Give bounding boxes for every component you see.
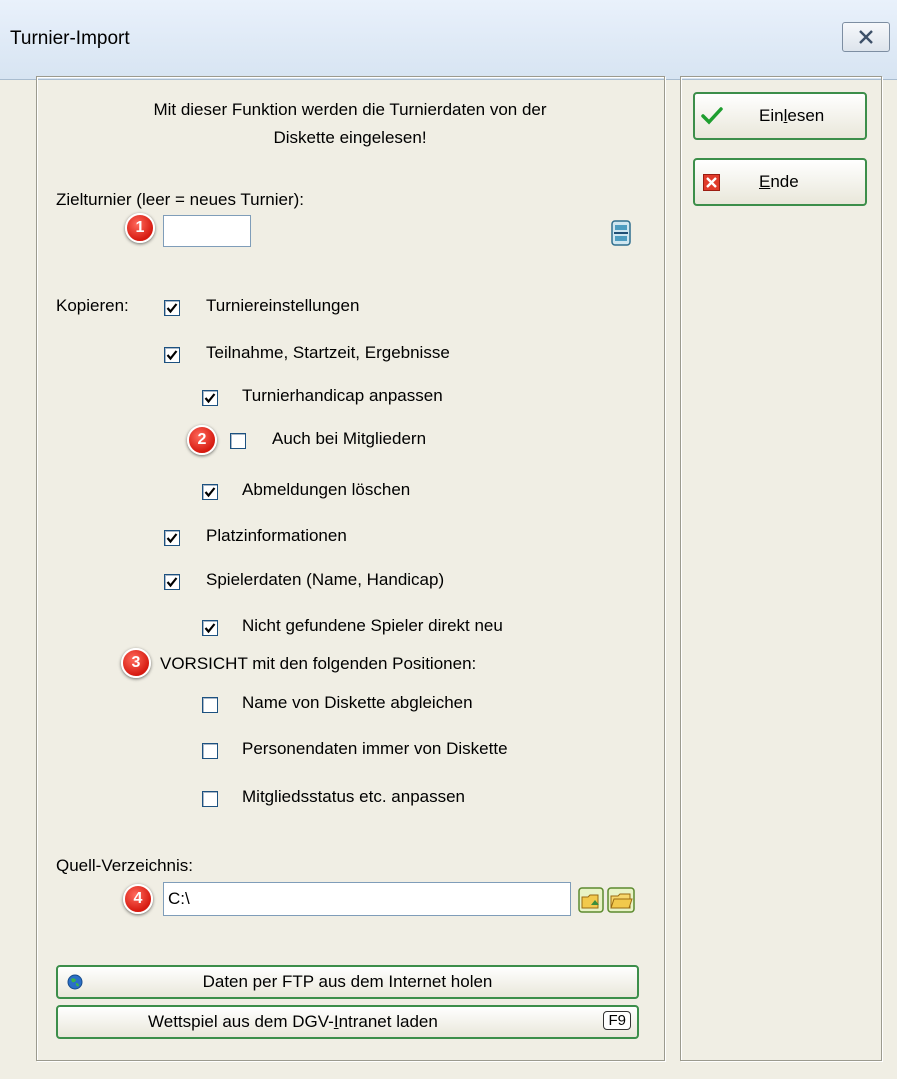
cancel-icon [703,174,720,191]
folder-open-icon [607,887,635,913]
checkbox-platzinformationen[interactable] [164,530,180,546]
ftp-button-label: Daten per FTP aus dem Internet holen [202,972,493,991]
checkmark-green-icon [701,107,723,125]
ende-label: Ende [759,172,799,191]
browse-folder-button[interactable] [607,887,635,918]
marker-3: 3 [121,648,151,678]
option-label: Platzinformationen [206,526,347,545]
warning-label: VORSICHT mit den folgenden Positionen: [160,654,477,673]
option-label: Personendaten immer von Diskette [242,739,508,758]
checkmark-icon [204,623,216,634]
einlesen-label: Einlesen [759,106,825,125]
intro-text: Mit dieser Funktion werden die Turnierda… [60,96,640,152]
einlesen-button[interactable]: Einlesen [693,92,867,140]
marker-1: 1 [125,213,155,243]
marker-4: 4 [123,884,153,914]
source-directory-label: Quell-Verzeichnis: [56,856,194,875]
option-label: Auch bei Mitgliedern [272,429,427,448]
tournament-list-button[interactable] [611,220,631,251]
checkmark-icon [166,303,178,314]
option-label: Nicht gefundene Spieler direkt neu [242,616,503,635]
checkbox-auch-bei-mitgliedern[interactable] [230,433,246,449]
source-directory-input[interactable] [163,882,571,916]
dgv-button-label: Wettspiel aus dem DGV-Intranet laden [148,1012,438,1031]
action-panel [680,76,882,1061]
target-tournament-label: Zielturnier (leer = neues Turnier): [56,190,305,209]
ftp-download-button[interactable]: Daten per FTP aus dem Internet holen [56,965,639,999]
checkmark-icon [204,393,216,404]
checkmark-icon [166,350,178,361]
copy-label: Kopieren: [56,296,129,315]
folder-arrow-icon [578,887,604,913]
checkmark-icon [166,533,178,544]
browse-up-button[interactable] [578,887,604,918]
checkbox-abmeldungen[interactable] [202,484,218,500]
checkbox-turniereinstellungen[interactable] [164,300,180,316]
target-tournament-input[interactable] [163,215,251,247]
option-label: Teilnahme, Startzeit, Ergebnisse [206,343,450,362]
ende-button[interactable]: Ende [693,158,867,206]
intro-line-2: Diskette eingelesen! [273,128,427,147]
checkbox-teilnahme[interactable] [164,347,180,363]
checkmark-icon [166,577,178,588]
intro-line-1: Mit dieser Funktion werden die Turnierda… [153,100,547,119]
checkbox-name-abgleichen[interactable] [202,697,218,713]
checkbox-mitgliedsstatus[interactable] [202,791,218,807]
option-label: Spielerdaten (Name, Handicap) [206,570,445,589]
close-button[interactable] [842,22,890,52]
marker-2: 2 [187,425,217,455]
option-label: Turniereinstellungen [206,296,360,315]
option-label: Name von Diskette abgleichen [242,693,473,712]
option-label: Abmeldungen löschen [242,480,411,499]
option-label: Mitgliedsstatus etc. anpassen [242,787,466,806]
title-bar: Turnier-Import [0,0,897,80]
checkbox-personendaten[interactable] [202,743,218,759]
checkbox-nicht-gefundene-spieler[interactable] [202,620,218,636]
list-select-icon [611,220,631,246]
checkbox-turnierhandicap[interactable] [202,390,218,406]
close-icon [859,30,873,44]
checkmark-icon [204,487,216,498]
f9-shortcut-badge: F9 [603,1011,631,1030]
option-label: Turnierhandicap anpassen [242,386,443,405]
dgv-intranet-button[interactable]: Wettspiel aus dem DGV-Intranet laden F9 [56,1005,639,1039]
checkbox-spielerdaten[interactable] [164,574,180,590]
window-title: Turnier-Import [10,28,130,49]
